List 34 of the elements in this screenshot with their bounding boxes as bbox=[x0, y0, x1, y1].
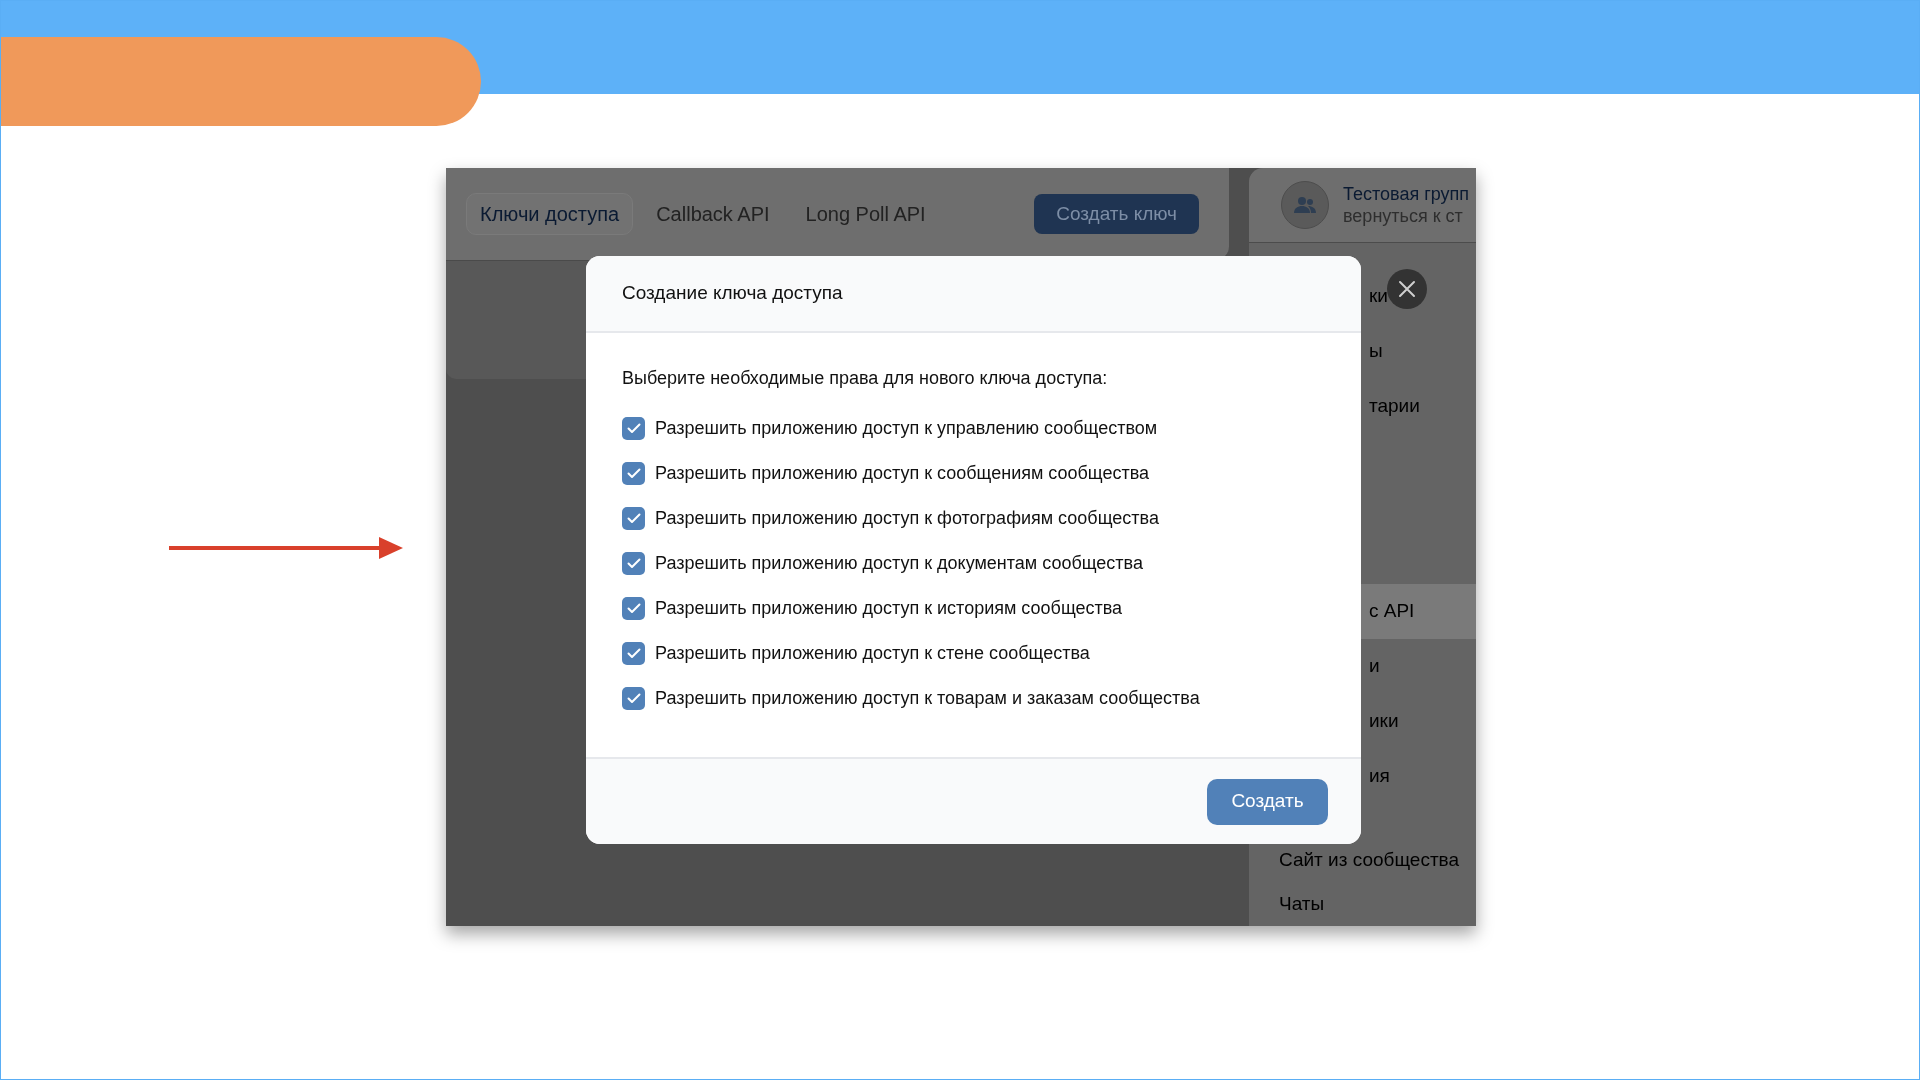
community-name[interactable]: Тестовая групп bbox=[1343, 183, 1470, 205]
checkbox[interactable] bbox=[622, 642, 645, 665]
checkbox[interactable] bbox=[622, 507, 645, 530]
tab[interactable]: Callback API bbox=[643, 193, 783, 235]
tab[interactable]: Long Poll API bbox=[792, 193, 939, 235]
checkbox[interactable] bbox=[622, 552, 645, 575]
create-button[interactable]: Создать bbox=[1207, 778, 1328, 825]
checkbox[interactable] bbox=[622, 462, 645, 485]
back-link[interactable]: вернуться к ст bbox=[1343, 205, 1470, 227]
create-key-button[interactable]: Создать ключ bbox=[1034, 194, 1199, 234]
checkmark-icon bbox=[626, 558, 641, 569]
checkbox[interactable] bbox=[622, 687, 645, 710]
dialog-prompt: Выберите необходимые права для нового ключа доступа: bbox=[622, 367, 1109, 390]
checkmark-icon bbox=[626, 693, 641, 704]
close-icon bbox=[1398, 280, 1416, 298]
option-label[interactable]: Разрешить приложению доступ к документам сообщества bbox=[655, 550, 1143, 577]
dialog-title: Создание ключа доступа bbox=[622, 281, 843, 306]
checkbox[interactable] bbox=[622, 417, 645, 440]
option-label[interactable]: Разрешить приложению доступ к фотографиям сообщества bbox=[655, 505, 1159, 532]
arrow-icon bbox=[169, 536, 403, 560]
option-label[interactable]: Разрешить приложению доступ к сообщениям сообщества bbox=[655, 460, 1150, 487]
option-label[interactable]: Разрешить приложению доступ к товарам и заказам сообщества bbox=[655, 685, 1200, 712]
option-label[interactable]: Разрешить приложению доступ к историям сообщества bbox=[655, 595, 1123, 622]
checkmark-icon bbox=[626, 513, 641, 524]
checkmark-icon bbox=[626, 603, 641, 614]
checkmark-icon bbox=[626, 648, 641, 659]
users-icon bbox=[1293, 195, 1317, 215]
tab[interactable]: Ключи доступа bbox=[466, 193, 634, 235]
checkbox[interactable] bbox=[622, 597, 645, 620]
option-label[interactable]: Разрешить приложению доступ к стене сообщества bbox=[655, 640, 1090, 667]
checkmark-icon bbox=[626, 423, 641, 434]
sidebar-item[interactable]: Чаты bbox=[1249, 882, 1476, 926]
option-label[interactable]: Разрешить приложению доступ к управлению сообществом bbox=[655, 415, 1158, 442]
checkmark-icon bbox=[626, 468, 641, 479]
